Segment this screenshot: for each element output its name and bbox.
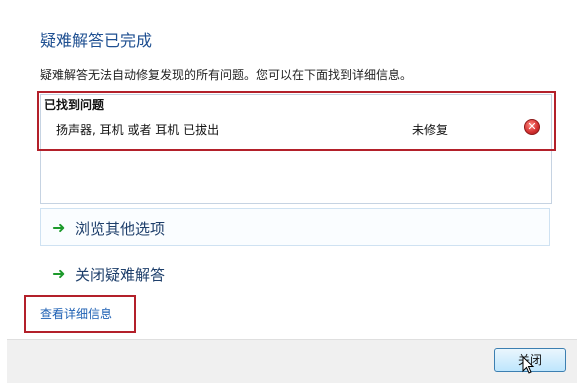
browse-options-label[interactable]: 浏览其他选项 [75, 218, 165, 239]
highlight-box-details [24, 295, 136, 333]
summary-text: 疑难解答无法自动修复发现的所有问题。您可以在下面找到详细信息。 [40, 68, 413, 82]
page-title: 疑难解答已完成 [40, 31, 153, 50]
footer-bar [7, 339, 577, 383]
highlight-box-problem [37, 91, 556, 151]
green-arrow-icon: ➜ [52, 264, 66, 283]
green-arrow-icon: ➜ [52, 218, 66, 237]
close-troubleshooter-option[interactable]: 关闭疑难解答 [75, 264, 165, 285]
mouse-cursor-icon [522, 355, 535, 374]
